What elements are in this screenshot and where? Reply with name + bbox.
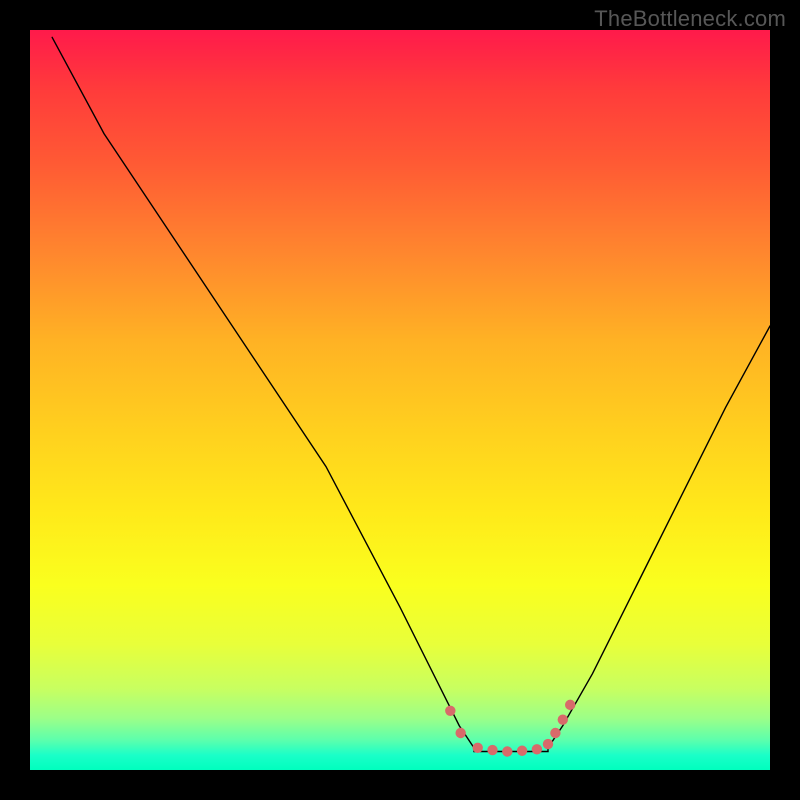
curve-layer [30,30,770,770]
chart-container: TheBottleneck.com [0,0,800,800]
marker-dot [565,700,575,710]
marker-dot [532,744,542,754]
plot-area [30,30,770,770]
marker-dot [517,746,527,756]
marker-dot [455,728,465,738]
marker-dot [445,706,455,716]
marker-dot [550,728,560,738]
watermark-text: TheBottleneck.com [594,6,786,32]
marker-dot [543,739,553,749]
bottleneck-curve [52,37,770,751]
marker-dot [502,746,512,756]
marker-dot [558,714,568,724]
marker-dot [473,743,483,753]
marker-dot [487,745,497,755]
marker-group [445,700,575,757]
